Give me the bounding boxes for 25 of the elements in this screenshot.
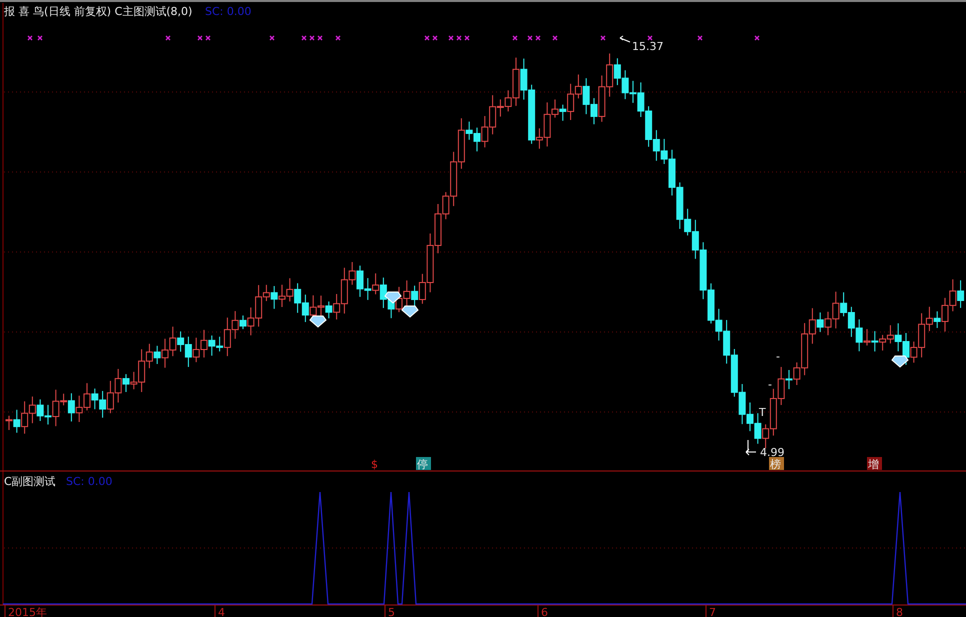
diamond-icon (401, 306, 419, 318)
signal-text: 榜 (770, 458, 781, 471)
leader-line (620, 36, 630, 42)
price-label: T (759, 406, 766, 419)
signal-text: $ (371, 458, 378, 471)
price-label: - (768, 378, 772, 391)
price-label: - (776, 350, 780, 363)
diamond-icon (891, 356, 909, 368)
axis-label: 6 (541, 606, 548, 617)
signal-text: 停 (417, 458, 428, 471)
axis-label: 4 (218, 606, 225, 617)
leader-line (746, 440, 756, 456)
price-label: 4.99 (760, 446, 784, 459)
chart-title: 报 喜 鸟(日线 前复权) C主图测试(8,0) (4, 5, 192, 18)
chart-title: C副图测试 (4, 475, 56, 488)
axis-label: 5 (388, 606, 395, 617)
signal-text: 增 (868, 458, 879, 471)
sc-value: SC: 0.00 (205, 5, 252, 18)
axis-label: 8 (896, 606, 903, 617)
axis-label: 7 (709, 606, 716, 617)
sc-value: SC: 0.00 (66, 475, 112, 488)
diamond-icon (384, 292, 402, 304)
price-label: 15.37 (632, 40, 664, 53)
diamond-icon (309, 316, 327, 328)
axis-label: 2015年 (8, 606, 47, 617)
